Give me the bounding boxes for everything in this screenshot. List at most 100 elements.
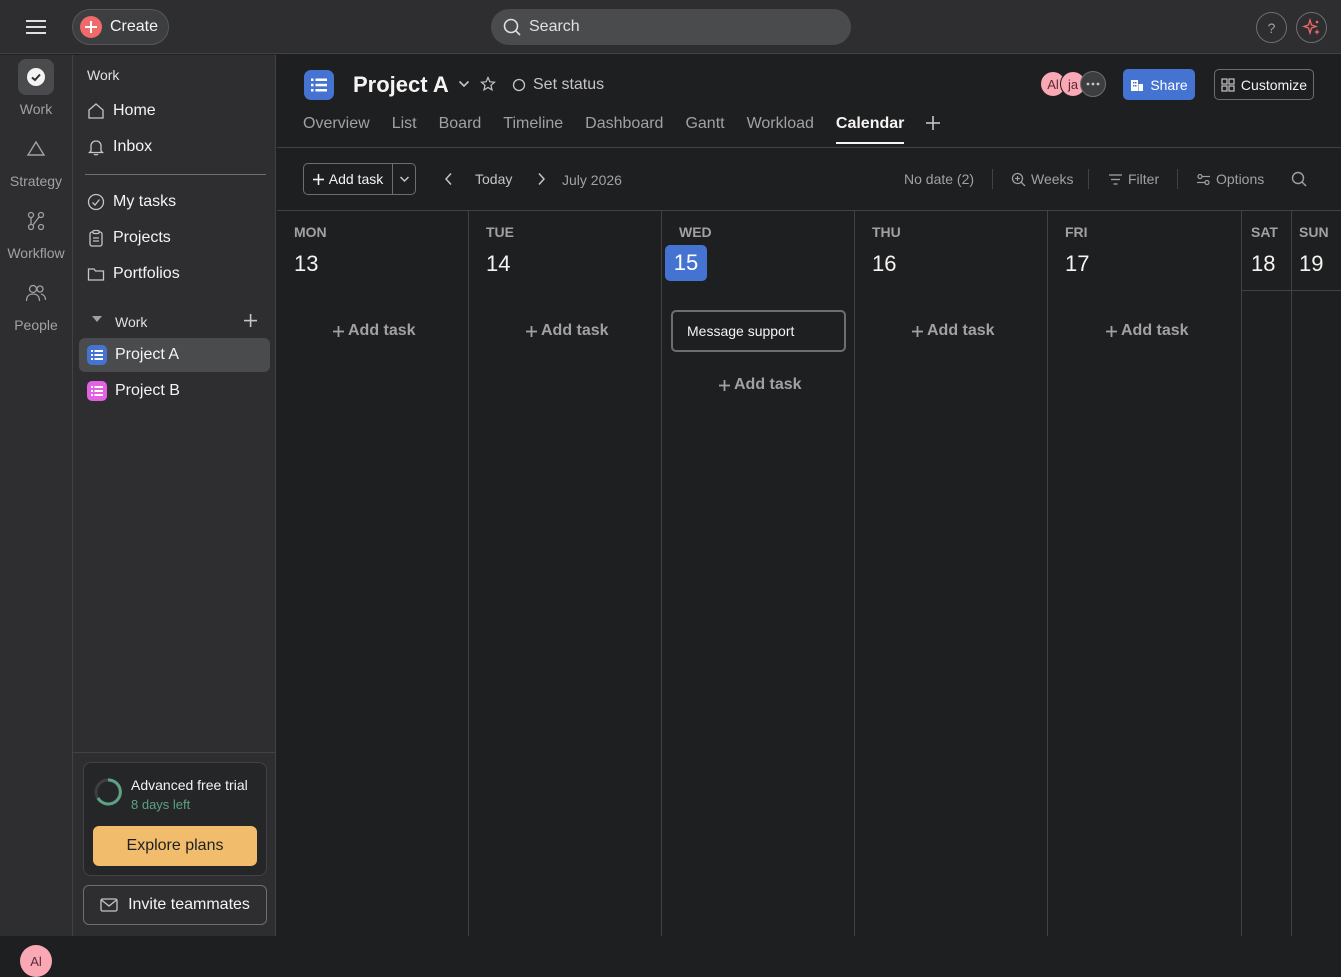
sidebar-item-label: My tasks [113,193,177,210]
rail-item-work[interactable]: Work [0,59,72,117]
trial-title: Advanced free trial [131,777,248,793]
chevron-right-icon[interactable] [533,171,549,187]
project-list-icon [304,70,334,100]
tab-dashboard[interactable]: Dashboard [585,115,663,144]
member-avatars[interactable]: Al ja [1040,71,1106,97]
weeks-button[interactable]: Weeks [1011,171,1074,187]
section-title: Work [115,314,148,330]
check-circle-icon [18,59,54,95]
tab-workload[interactable]: Workload [747,115,814,144]
add-task-link[interactable]: Add task [333,322,416,340]
tab-list[interactable]: List [392,115,417,144]
divider [73,752,275,753]
search-icon[interactable] [1291,171,1307,187]
clipboard-icon [87,229,105,247]
sidebar-item-inbox[interactable]: Inbox [79,130,270,164]
avatar[interactable]: Al [20,945,52,977]
create-button[interactable]: Create [72,9,169,45]
status-circle-icon [512,78,526,92]
plus-icon [333,325,344,337]
customize-button[interactable]: Customize [1214,69,1314,100]
folder-icon [87,265,105,283]
day-name: TUE [486,224,514,240]
options-button[interactable]: Options [1196,171,1264,187]
day-column-mon: MON 13 [277,211,469,936]
add-task-button-group: Add task [303,163,416,195]
progress-ring-icon [93,777,123,807]
tab-calendar[interactable]: Calendar [835,115,905,144]
day-number: 13 [294,251,319,276]
today-button[interactable]: Today [475,171,512,187]
add-project-icon[interactable] [244,314,257,327]
today-date-badge: 15 [665,245,707,281]
divider [277,147,1341,148]
add-task-label: Add task [1121,322,1189,339]
sidebar-item-projects[interactable]: Projects [79,221,270,255]
day-number: 18 [1251,251,1276,276]
divider [85,174,266,175]
ai-sparkle-icon[interactable] [1296,12,1327,43]
day-column-sun: SUN 19 [1292,211,1341,936]
chevron-down-icon[interactable] [458,79,470,89]
day-name: SUN [1299,224,1329,240]
sidebar-item-portfolios[interactable]: Portfolios [79,257,270,291]
rail-label: People [14,317,58,333]
filter-button[interactable]: Filter [1108,171,1159,187]
chevron-left-icon[interactable] [441,171,457,187]
sidebar-item-label: Home [113,102,156,119]
sidebar-item-my-tasks[interactable]: My tasks [79,185,270,219]
plus-icon [912,325,923,337]
add-task-link[interactable]: Add task [719,376,802,394]
share-button[interactable]: Share [1123,69,1195,100]
help-button[interactable]: ? [1256,12,1287,43]
tab-gantt[interactable]: Gantt [685,115,724,144]
sidebar-item-project-b[interactable]: Project B [79,374,270,408]
rail-item-people[interactable]: People [0,275,72,333]
tab-board[interactable]: Board [439,115,482,144]
day-column-tue: TUE 14 [469,211,662,936]
sidebar-item-label: Projects [113,229,171,246]
search-input[interactable]: Search [491,9,851,45]
trial-card: Advanced free trial 8 days left Explore … [83,762,267,876]
chevron-down-icon[interactable] [91,314,103,324]
day-column-fri: FRI 17 [1048,211,1242,936]
workflow-icon [18,203,54,239]
bell-icon [87,138,105,156]
add-task-label: Add task [927,322,995,339]
sidebar-item-label: Project A [115,346,180,363]
set-status-button[interactable]: Set status [512,76,604,94]
sidebar-item-home[interactable]: Home [79,94,270,128]
month-label: July 2026 [562,172,622,188]
no-date-button[interactable]: No date (2) [904,171,974,187]
sidebar-item-label: Portfolios [113,265,180,282]
options-icon [1196,173,1211,186]
plus-icon [1106,325,1117,337]
invite-label: Invite teammates [128,896,250,913]
add-task-link[interactable]: Add task [526,322,609,340]
check-circle-icon [87,193,105,211]
add-task-link[interactable]: Add task [912,322,995,340]
set-status-label: Set status [533,76,605,93]
star-icon[interactable] [480,76,496,92]
more-icon[interactable] [1080,71,1106,97]
rail-item-workflow[interactable]: Workflow [0,203,72,261]
new-task-input[interactable] [671,310,846,352]
menu-icon[interactable] [22,15,50,39]
add-task-label: Add task [734,376,802,393]
add-tab-icon[interactable] [926,116,940,130]
invite-teammates-button[interactable]: Invite teammates [83,885,267,925]
sidebar-item-project-a[interactable]: Project A [79,338,270,372]
add-task-button[interactable]: Add task [304,164,393,194]
building-icon [1130,78,1144,92]
customize-label: Customize [1240,76,1308,93]
tab-overview[interactable]: Overview [303,115,370,144]
day-column-sat: SAT 18 [1242,211,1292,936]
search-icon [503,18,521,36]
add-task-link[interactable]: Add task [1106,322,1189,340]
rail-item-strategy[interactable]: Strategy [0,131,72,189]
tab-timeline[interactable]: Timeline [503,115,563,144]
chevron-down-icon[interactable] [393,164,415,194]
list-icon [87,381,107,401]
people-icon [18,275,54,311]
explore-plans-button[interactable]: Explore plans [93,826,257,866]
